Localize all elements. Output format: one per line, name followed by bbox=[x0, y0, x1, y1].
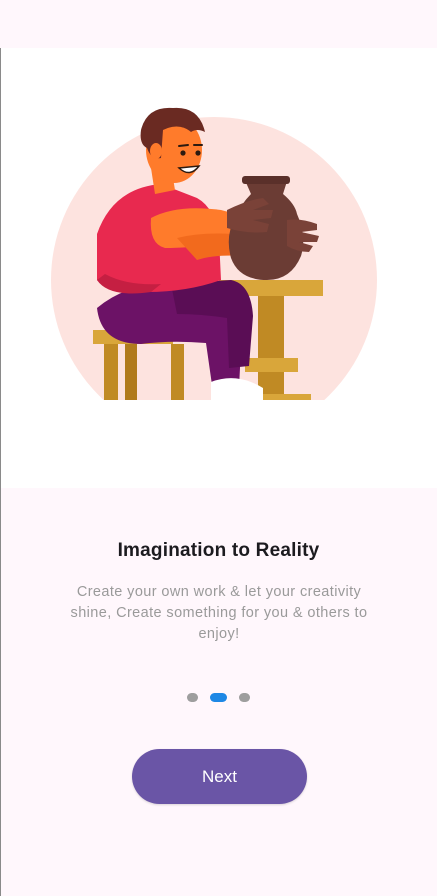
next-button[interactable]: Next bbox=[132, 749, 307, 804]
illustration-panel bbox=[1, 48, 437, 488]
onboarding-description: Create your own work & let your creativi… bbox=[70, 584, 368, 642]
onboarding-title: Imagination to Reality bbox=[117, 540, 320, 561]
page-dot-1[interactable] bbox=[187, 692, 198, 702]
onboarding-screen: Imagination to Reality Create your own w… bbox=[0, 0, 437, 896]
pottery-maker-illustration bbox=[51, 107, 377, 400]
page-indicator bbox=[0, 692, 437, 702]
page-dot-3[interactable] bbox=[239, 692, 250, 702]
page-dot-2-active[interactable] bbox=[210, 692, 227, 702]
